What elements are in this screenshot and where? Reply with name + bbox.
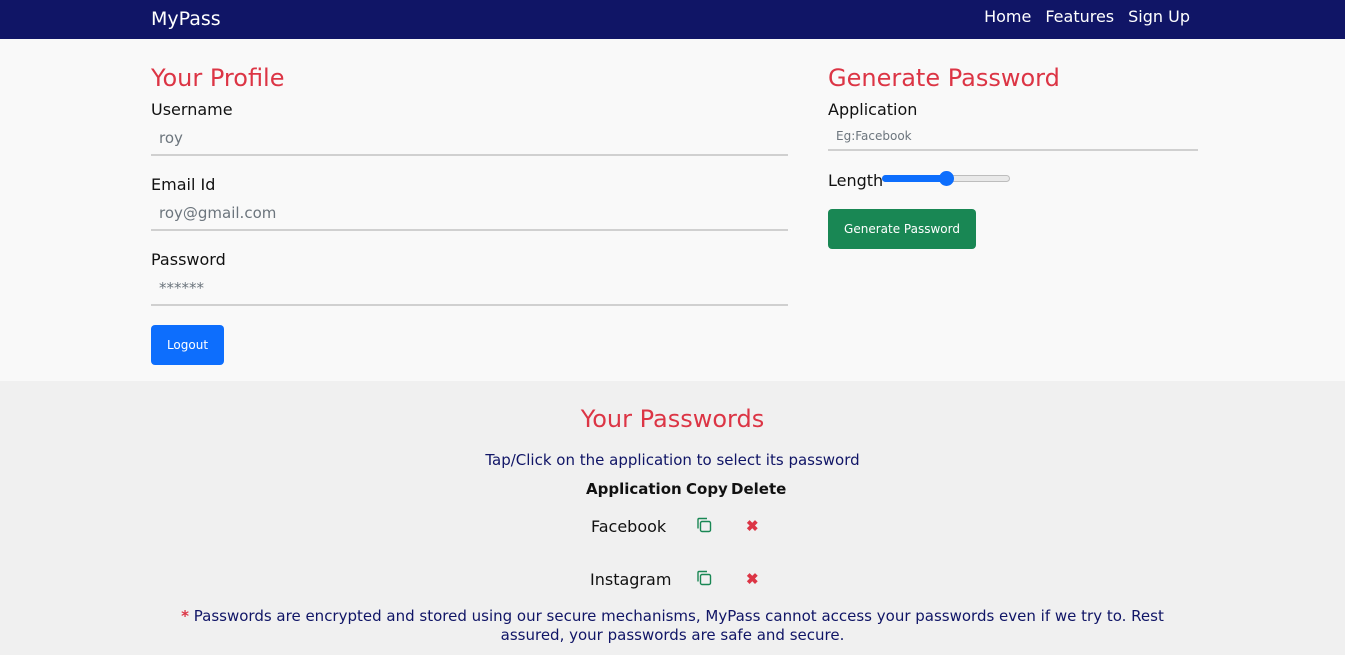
close-icon[interactable]: ✖ <box>746 517 759 535</box>
column-copy: Copy <box>686 480 728 498</box>
logout-button[interactable]: Logout <box>151 325 224 365</box>
security-footnote: * Passwords are encrypted and stored usi… <box>150 607 1195 645</box>
username-field[interactable] <box>151 122 788 156</box>
profile-section: Your Profile Username Email Id Password … <box>0 39 1345 381</box>
password-field[interactable] <box>151 272 788 306</box>
nav-link-home[interactable]: Home <box>984 7 1031 26</box>
brand-logo[interactable]: MyPass <box>151 8 221 30</box>
password-label: Password <box>151 250 226 269</box>
copy-icon[interactable] <box>695 569 713 587</box>
generate-password-button[interactable]: Generate Password <box>828 209 976 249</box>
passwords-subtitle: Tap/Click on the application to select i… <box>485 451 860 469</box>
generator-title: Generate Password <box>828 64 1060 92</box>
column-delete: Delete <box>731 480 787 498</box>
close-icon[interactable]: ✖ <box>746 570 759 588</box>
nav-link-features[interactable]: Features <box>1045 7 1114 26</box>
list-item-application[interactable]: Facebook <box>591 517 666 536</box>
passwords-section: Your Passwords Tap/Click on the applicat… <box>0 381 1345 655</box>
nav-links: Home Features Sign Up <box>984 7 1190 26</box>
application-input[interactable] <box>828 122 1198 151</box>
passwords-title: Your Passwords <box>580 405 765 433</box>
navbar: MyPass Home Features Sign Up <box>0 0 1345 39</box>
column-application: Application <box>586 480 682 498</box>
slider-fill <box>882 175 946 182</box>
list-item-application[interactable]: Instagram <box>590 570 671 589</box>
application-label: Application <box>828 100 918 119</box>
footnote-asterisk: * <box>181 607 189 625</box>
length-label: Length <box>828 171 884 190</box>
footnote-text: Passwords are encrypted and stored using… <box>193 607 1164 644</box>
profile-title: Your Profile <box>151 64 285 92</box>
email-field[interactable] <box>151 197 788 231</box>
copy-icon[interactable] <box>695 516 713 534</box>
username-label: Username <box>151 100 233 119</box>
slider-thumb[interactable] <box>938 171 954 186</box>
email-label: Email Id <box>151 175 216 194</box>
nav-link-sign-up[interactable]: Sign Up <box>1128 7 1190 26</box>
length-slider[interactable] <box>882 170 1010 186</box>
